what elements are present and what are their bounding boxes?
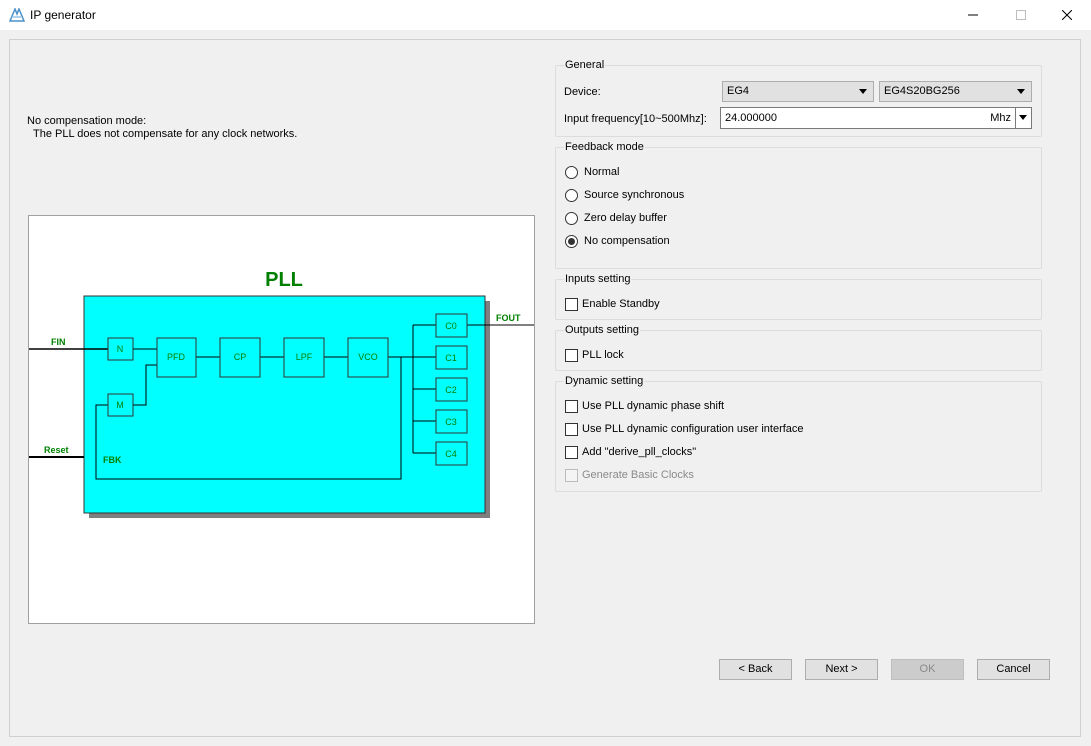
device-label: Device:	[564, 86, 601, 98]
feedback-source-synchronous-radio[interactable]: Source synchronous	[565, 187, 684, 203]
reset-label: Reset	[44, 445, 69, 455]
general-group-title: General	[564, 59, 606, 72]
block-m-label: M	[116, 400, 124, 410]
device-part-value: EG4S20BG256	[884, 85, 960, 97]
output-c1-label: C1	[445, 353, 457, 363]
radio-button-selected-icon	[565, 234, 578, 248]
next-button[interactable]: Next >	[805, 659, 878, 680]
checkbox-icon	[565, 348, 578, 362]
outputs-setting-title: Outputs setting	[564, 324, 640, 337]
radio-button-icon	[565, 188, 578, 202]
unit-divider	[1015, 108, 1016, 128]
input-frequency-value: 24.000000	[725, 112, 777, 124]
dynamic-phase-shift-checkbox[interactable]: Use PLL dynamic phase shift	[565, 398, 724, 414]
fin-label: FIN	[51, 337, 66, 347]
dynamic-setting-title: Dynamic setting	[564, 375, 645, 388]
checkbox-icon	[565, 445, 578, 459]
output-c2-label: C2	[445, 385, 457, 395]
feedback-normal-label: Normal	[584, 166, 620, 178]
pll-diagram: PLL FIN FOUT Reset FBK N M PFD CP LPF VC…	[28, 215, 535, 624]
device-family-value: EG4	[727, 85, 750, 97]
dynamic-config-ui-checkbox[interactable]: Use PLL dynamic configuration user inter…	[565, 421, 804, 437]
input-frequency-field[interactable]: 24.000000 Mhz	[720, 107, 1032, 129]
dynamic-phase-shift-label: Use PLL dynamic phase shift	[582, 400, 725, 412]
back-button[interactable]: < Back	[719, 659, 792, 680]
checkbox-disabled-icon	[565, 468, 578, 482]
frequency-unit-value: Mhz	[990, 112, 1011, 124]
input-frequency-label: Input frequency[10~500Mhz]:	[564, 113, 707, 125]
cancel-button[interactable]: Cancel	[977, 659, 1050, 680]
checkbox-icon	[565, 399, 578, 413]
output-c3-label: C3	[445, 417, 457, 427]
block-pfd-label: PFD	[167, 352, 186, 362]
block-n-label: N	[117, 344, 124, 354]
output-c0-label: C0	[445, 321, 457, 331]
enable-standby-checkbox[interactable]: Enable Standby	[565, 296, 660, 312]
feedback-mode-group: Feedback mode	[555, 141, 1042, 269]
pll-title: PLL	[265, 269, 303, 291]
maximize-button[interactable]	[998, 0, 1044, 30]
ok-button: OK	[891, 659, 964, 680]
chevron-down-icon	[1017, 89, 1025, 94]
dynamic-config-ui-label: Use PLL dynamic configuration user inter…	[582, 423, 804, 435]
block-vco-label: VCO	[358, 352, 378, 362]
outputs-setting-group: Outputs setting	[555, 324, 1042, 371]
checkbox-icon	[565, 422, 578, 436]
generate-basic-clocks-checkbox: Generate Basic Clocks	[565, 467, 694, 483]
output-c4-label: C4	[445, 449, 457, 459]
fout-label: FOUT	[496, 313, 521, 323]
feedback-source-synchronous-label: Source synchronous	[584, 189, 685, 201]
fbk-label: FBK	[103, 455, 122, 465]
chevron-down-icon	[1019, 115, 1027, 120]
derive-pll-clocks-checkbox[interactable]: Add "derive_pll_clocks"	[565, 444, 696, 460]
close-button[interactable]	[1044, 0, 1090, 30]
minimize-button[interactable]	[950, 0, 996, 30]
minimize-icon	[968, 14, 978, 16]
block-lpf-label: LPF	[296, 352, 313, 362]
radio-button-icon	[565, 211, 578, 225]
enable-standby-label: Enable Standby	[582, 298, 660, 310]
pll-diagram-svg: PLL FIN FOUT Reset FBK N M PFD CP LPF VC…	[29, 269, 534, 518]
app-logo-icon	[9, 8, 25, 22]
generate-basic-clocks-label: Generate Basic Clocks	[582, 469, 694, 481]
block-cp-label: CP	[234, 352, 247, 362]
maximize-icon	[1016, 10, 1026, 20]
derive-pll-clocks-label: Add "derive_pll_clocks"	[582, 446, 697, 458]
window-title: IP generator	[30, 8, 96, 22]
feedback-mode-title: Feedback mode	[564, 141, 645, 154]
title-bar: IP generator	[0, 0, 1091, 30]
device-family-select[interactable]: EG4	[722, 81, 874, 102]
mode-description-title: No compensation mode:	[27, 115, 147, 127]
inputs-setting-title: Inputs setting	[564, 273, 632, 286]
feedback-zero-delay-label: Zero delay buffer	[584, 212, 667, 224]
feedback-normal-radio[interactable]: Normal	[565, 164, 619, 180]
checkbox-icon	[565, 297, 578, 311]
feedback-no-compensation-label: No compensation	[584, 235, 670, 247]
pll-lock-label: PLL lock	[582, 349, 624, 361]
feedback-zero-delay-radio[interactable]: Zero delay buffer	[565, 210, 667, 226]
chevron-down-icon	[859, 89, 867, 94]
device-part-select[interactable]: EG4S20BG256	[879, 81, 1032, 102]
feedback-no-compensation-radio[interactable]: No compensation	[565, 233, 670, 249]
pll-lock-checkbox[interactable]: PLL lock	[565, 347, 624, 363]
mode-description-text: The PLL does not compensate for any cloc…	[33, 128, 298, 140]
close-icon	[1062, 10, 1072, 20]
mode-description: No compensation mode: The PLL does not c…	[27, 115, 297, 141]
radio-button-icon	[565, 165, 578, 179]
